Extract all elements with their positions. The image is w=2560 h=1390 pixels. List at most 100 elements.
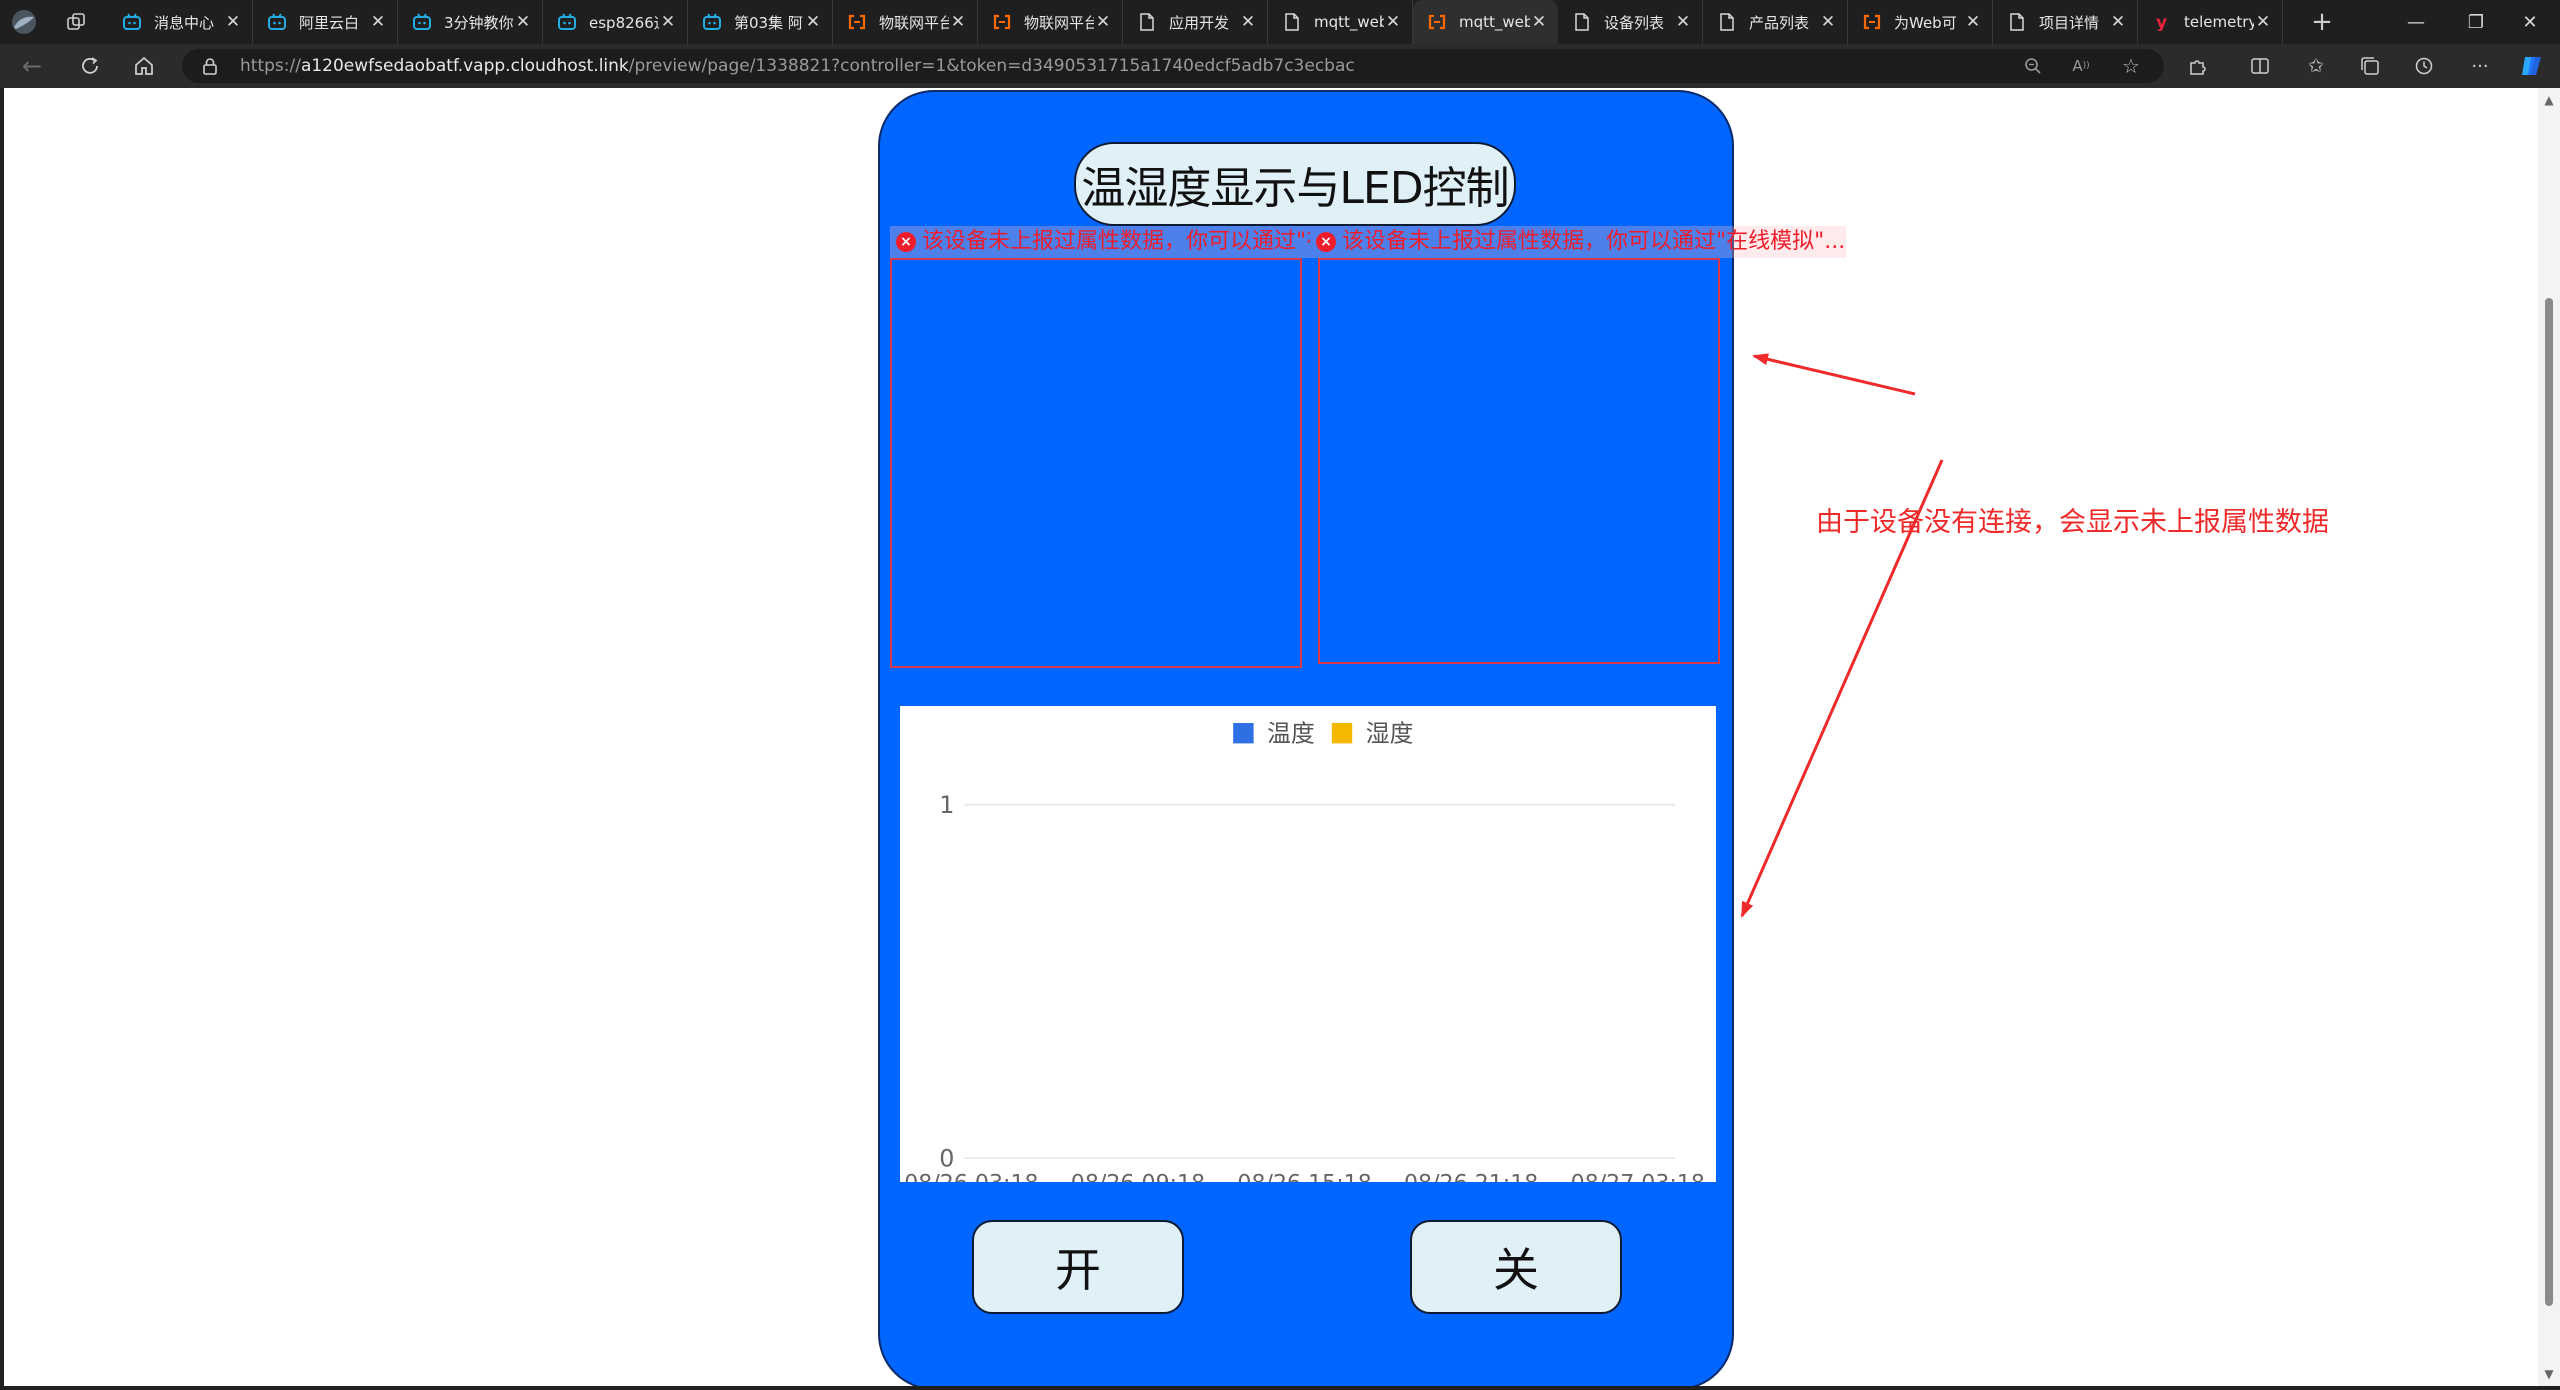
- tab-close-icon[interactable]: ✕: [1239, 12, 1257, 32]
- tab-close-icon[interactable]: ✕: [514, 12, 532, 32]
- browser-tab[interactable]: 阿里云白 ✕: [253, 0, 398, 44]
- url-path: /preview/page/1338821?controller=1&token…: [628, 56, 1355, 76]
- restore-button[interactable]: ❐: [2446, 0, 2506, 44]
- browser-tab[interactable]: 产品列表 ✕: [1703, 0, 1848, 44]
- collections-button[interactable]: [2356, 52, 2384, 80]
- page-icon: [1717, 13, 1737, 31]
- browser-tab[interactable]: mqtt_web ✕: [1268, 0, 1413, 44]
- x-tick-label: 08/26 03:18: [904, 1171, 1038, 1183]
- tab-label: telemetry: [2184, 13, 2254, 31]
- browser-tab[interactable]: mqtt_web ✕: [1413, 0, 1558, 44]
- tab-close-icon[interactable]: ✕: [659, 12, 677, 32]
- yuque-icon: y: [2152, 13, 2172, 31]
- x-tick-label: 08/26 09:18: [1071, 1171, 1205, 1183]
- tab-close-icon[interactable]: ✕: [1819, 12, 1837, 32]
- tab-label: 阿里云白: [299, 13, 360, 32]
- read-aloud-button[interactable]: A)): [2068, 53, 2094, 79]
- annotation-text: 由于设备没有连接，会显示未上报属性数据: [1816, 507, 2329, 538]
- tab-close-icon[interactable]: ✕: [949, 12, 967, 32]
- workspaces-icon: [67, 13, 85, 30]
- browser-tab[interactable]: 应用开发 ✕: [1123, 0, 1268, 44]
- browser-tab[interactable]: esp8266通✕: [543, 0, 688, 44]
- address-bar[interactable]: https://a120ewfsedaobatf.vapp.cloudhost.…: [182, 49, 2164, 83]
- vertical-scrollbar[interactable]: ▲ ▼: [2538, 88, 2560, 1386]
- tab-label: 产品列表: [1749, 13, 1810, 32]
- browser-tab[interactable]: 项目详情 ✕: [1993, 0, 2138, 44]
- led-on-button[interactable]: 开: [972, 1220, 1184, 1314]
- page-icon: [2007, 13, 2027, 31]
- copilot-icon: [2522, 57, 2541, 75]
- close-window-button[interactable]: ✕: [2500, 0, 2560, 44]
- scroll-thumb[interactable]: [2545, 298, 2553, 1306]
- browser-tab[interactable]: 设备列表 ✕: [1558, 0, 1703, 44]
- aliyun-icon: [992, 13, 1012, 31]
- split-screen-button[interactable]: [2246, 52, 2274, 80]
- scroll-up-arrow[interactable]: ▲: [2538, 90, 2560, 110]
- browser-tab[interactable]: 3分钟教你 ✕: [398, 0, 543, 44]
- new-tab-button[interactable]: +: [2300, 0, 2344, 44]
- page-viewport: 温湿度显示与LED控制 × 该设备未上报过属性数据，你可以通过"在 × 该设备未…: [4, 88, 2538, 1386]
- history-icon: [2415, 57, 2433, 75]
- scroll-down-arrow[interactable]: ▼: [2538, 1364, 2560, 1384]
- browser-tab[interactable]: 物联网平台 ✕: [833, 0, 978, 44]
- workspaces-button[interactable]: [62, 8, 90, 36]
- tab-label: 设备列表: [1604, 13, 1665, 32]
- collections-icon: [2361, 57, 2379, 75]
- page-icon: [1282, 13, 1302, 31]
- browser-tab[interactable]: 为Web可 ✕: [1848, 0, 1993, 44]
- minimize-button[interactable]: —: [2386, 0, 2446, 44]
- url-scheme: https://: [240, 56, 301, 76]
- more-menu-button[interactable]: ···: [2466, 52, 2494, 80]
- y-tick-label: 1: [939, 791, 954, 819]
- zoom-button[interactable]: [2020, 53, 2046, 79]
- legend-label: 温度: [1267, 720, 1315, 748]
- y-tick-label: 0: [939, 1145, 954, 1173]
- split-screen-icon: [2251, 58, 2269, 74]
- browser-tab[interactable]: 第03集 阿 ✕: [688, 0, 833, 44]
- tab-label: 应用开发: [1169, 13, 1230, 32]
- url-text[interactable]: https://a120ewfsedaobatf.vapp.cloudhost.…: [240, 49, 1355, 83]
- tab-label: 物联网平台: [879, 13, 949, 32]
- legend-swatch: [1233, 723, 1254, 744]
- x-tick-label: 08/26 21:18: [1404, 1171, 1538, 1183]
- browser-tab-bar: 消息中心✕阿里云白✕3分钟教你✕esp8266通✕第03集 阿✕物联网平台✕物联…: [0, 0, 2560, 44]
- led-off-button[interactable]: 关: [1410, 1220, 1622, 1314]
- tab-close-icon[interactable]: ✕: [1674, 12, 1692, 32]
- tab-label: mqtt_web: [1314, 13, 1384, 31]
- browser-tab[interactable]: y telemetry ✕: [2138, 0, 2283, 44]
- address-bar-row: ← https://a120ewfsedaobatf.vapp.cloudhos…: [0, 44, 2560, 88]
- tab-strip: 消息中心✕阿里云白✕3分钟教你✕esp8266通✕第03集 阿✕物联网平台✕物联…: [108, 0, 2283, 44]
- tab-close-icon[interactable]: ✕: [1384, 12, 1402, 32]
- tab-close-icon[interactable]: ✕: [369, 12, 387, 32]
- tab-close-icon[interactable]: ✕: [224, 12, 242, 32]
- extensions-button[interactable]: [2184, 52, 2212, 80]
- tab-close-icon[interactable]: ✕: [2254, 12, 2272, 32]
- bilibili-icon: [557, 13, 577, 31]
- tab-label: 项目详情: [2039, 13, 2100, 32]
- tab-close-icon[interactable]: ✕: [804, 12, 822, 32]
- favorites-button[interactable]: ✩: [2302, 52, 2330, 80]
- browser-tab[interactable]: 消息中心 ✕: [108, 0, 253, 44]
- legend-swatch: [1331, 723, 1353, 744]
- lock-icon[interactable]: [202, 57, 218, 75]
- legend-label: 湿度: [1366, 720, 1414, 748]
- favorite-star-button[interactable]: ☆: [2118, 53, 2144, 79]
- svg-text:y: y: [2156, 13, 2167, 31]
- temperature-widget: [890, 258, 1302, 668]
- x-tick-label: 08/27 03:18: [1571, 1171, 1705, 1183]
- tab-close-icon[interactable]: ✕: [2109, 12, 2127, 32]
- tab-close-icon[interactable]: ✕: [1964, 12, 1982, 32]
- aliyun-icon: [847, 13, 867, 31]
- refresh-icon: [82, 57, 98, 74]
- profile-avatar-icon: [12, 10, 36, 34]
- back-button[interactable]: ←: [18, 52, 46, 80]
- url-host: a120ewfsedaobatf.vapp.cloudhost.link: [300, 56, 629, 76]
- home-button[interactable]: [130, 52, 158, 80]
- browser-tab[interactable]: 物联网平台 ✕: [978, 0, 1123, 44]
- tab-close-icon[interactable]: ✕: [1530, 12, 1548, 32]
- refresh-button[interactable]: [76, 52, 104, 80]
- history-button[interactable]: [2410, 52, 2438, 80]
- profile-avatar[interactable]: [10, 8, 38, 36]
- copilot-button[interactable]: [2516, 52, 2548, 80]
- tab-close-icon[interactable]: ✕: [1094, 12, 1112, 32]
